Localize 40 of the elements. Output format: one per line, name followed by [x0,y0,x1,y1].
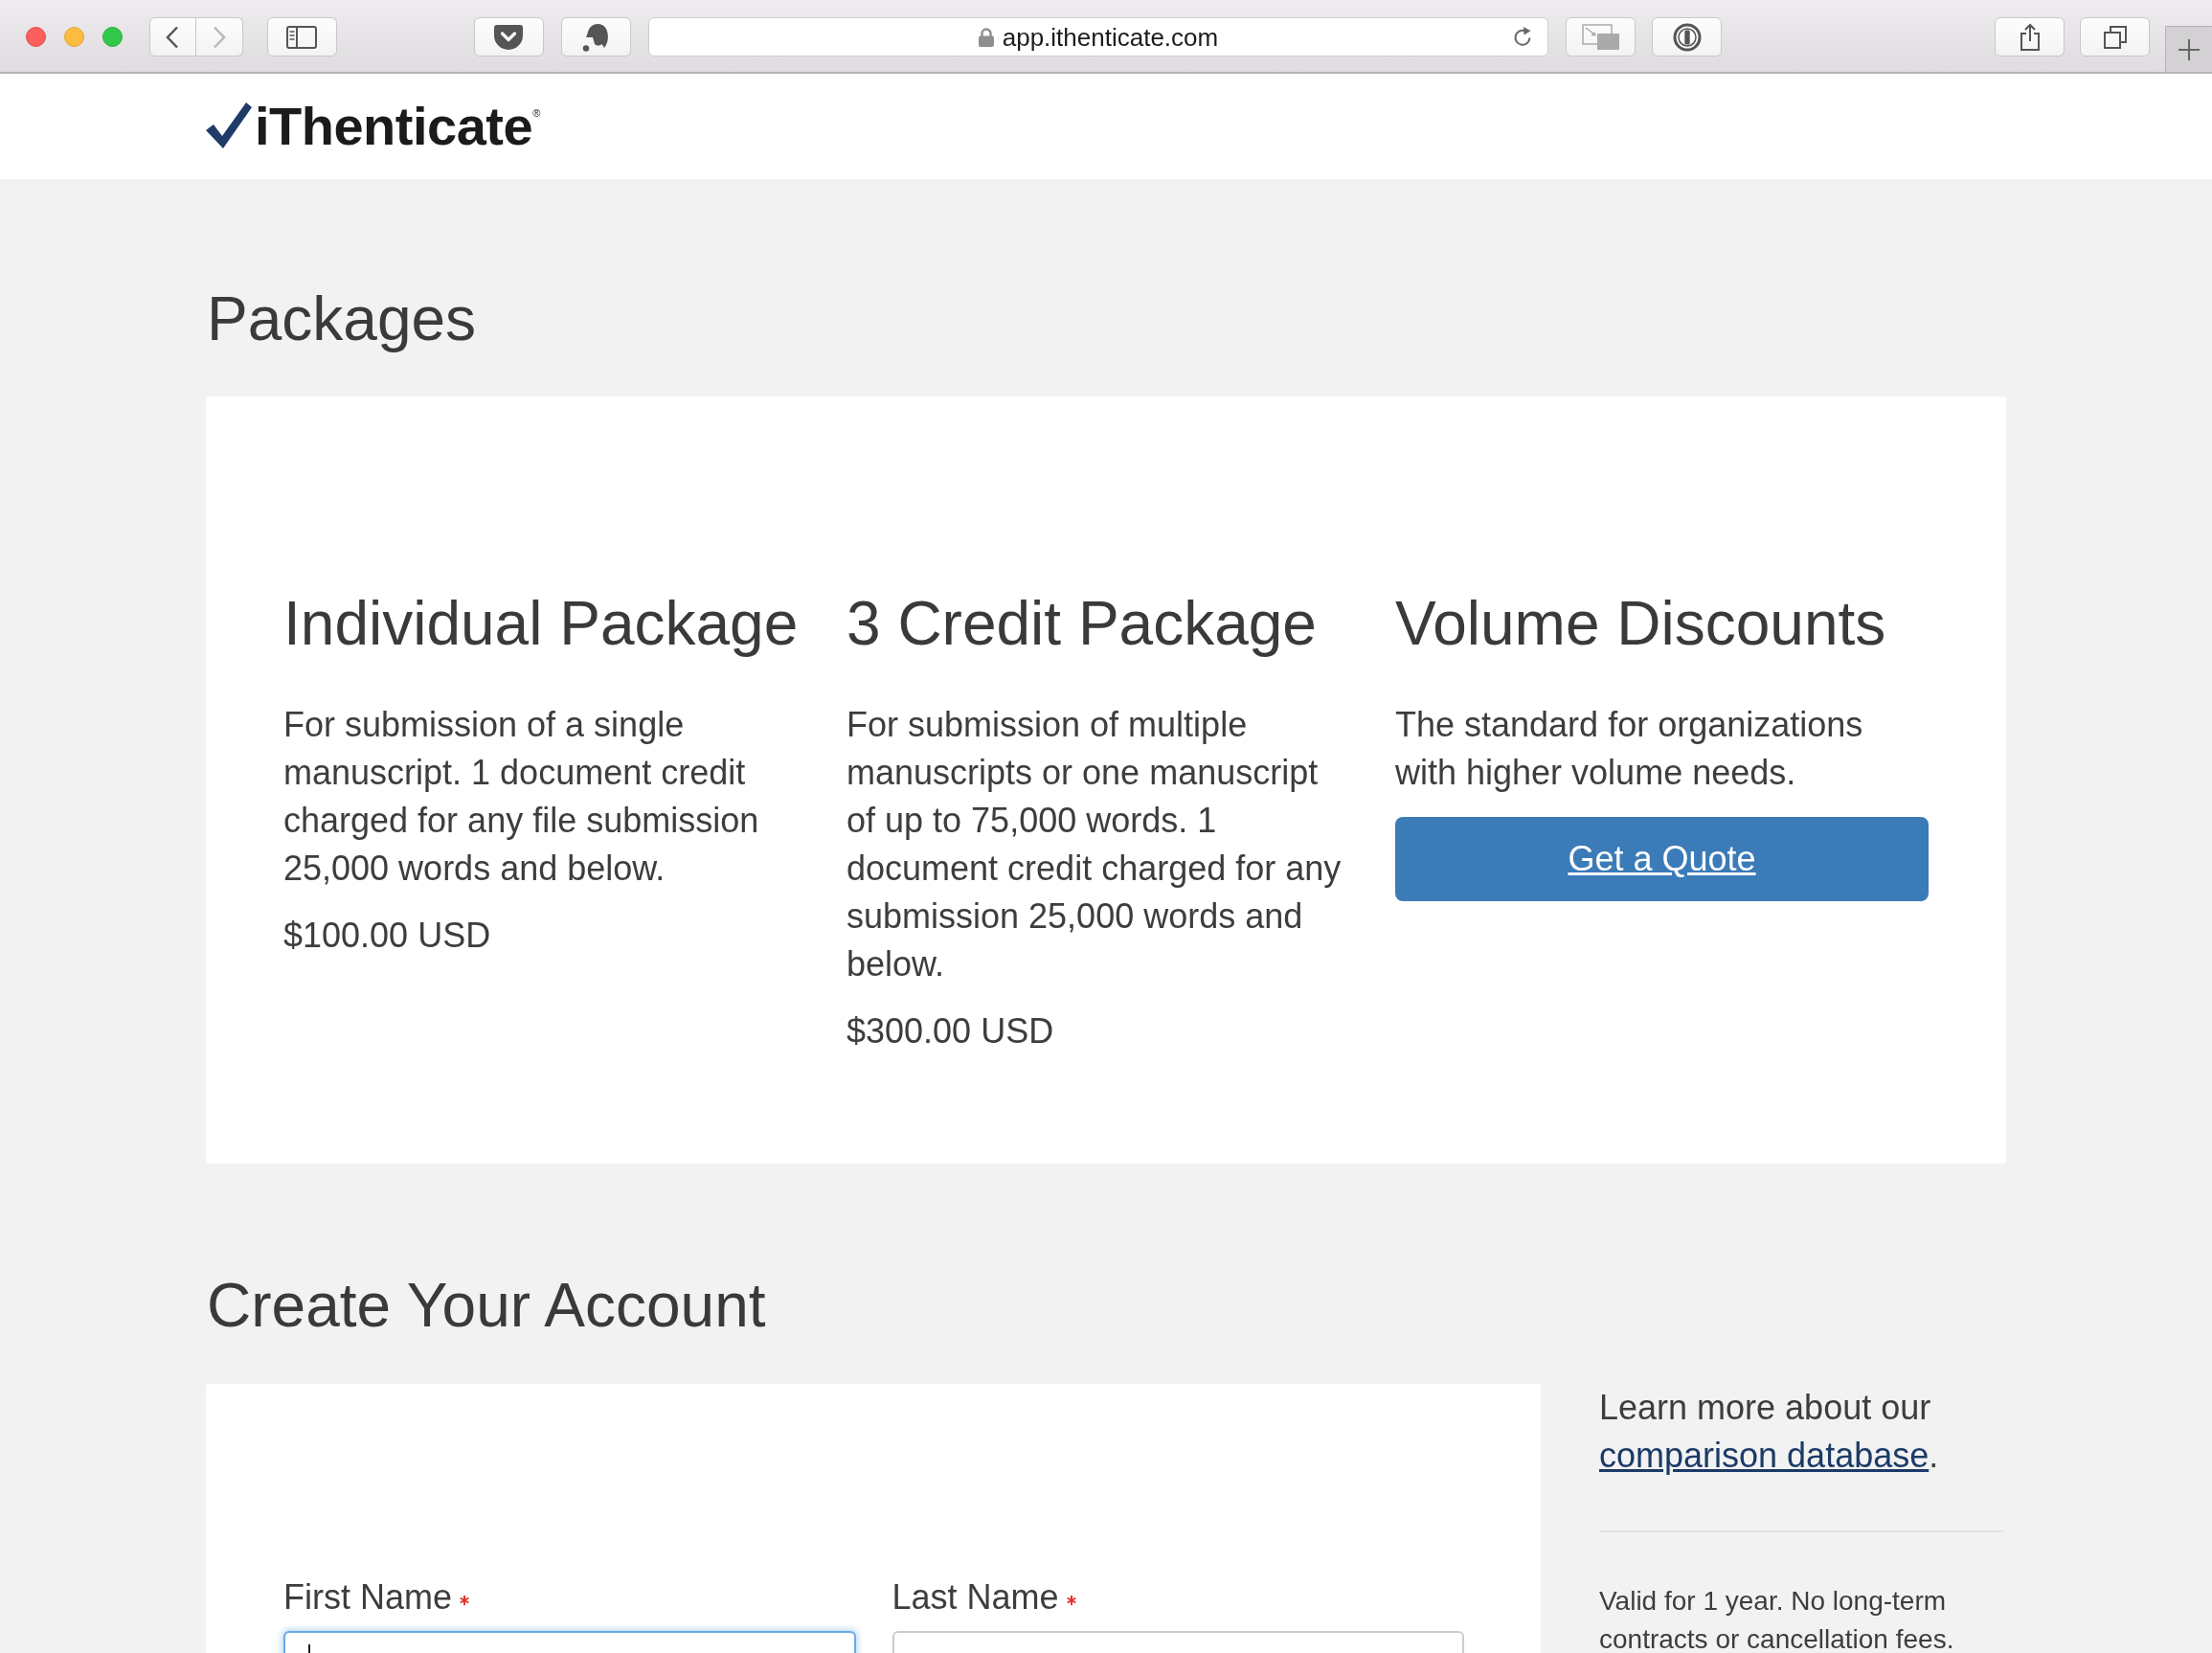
package-title: 3 Credit Package [846,588,1318,660]
sidebar-icon [286,25,318,49]
validity-note: Valid for 1 year. No long-term contracts or cancellation fees. [1599,1585,1955,1653]
comparison-database-link[interactable]: comparison database [1599,1436,1930,1475]
section-title: Create Your Account [207,1270,767,1342]
tabs-button[interactable] [2080,17,2150,57]
plus-icon [2178,38,2200,60]
password-manager-button[interactable] [1652,17,1723,57]
field-label: Last Name [892,1576,1059,1619]
share-icon [2019,22,2041,52]
package-title: Volume Discounts [1395,588,1887,660]
section-title: Packages [207,283,478,355]
checkmark-icon [206,102,252,150]
new-tab-button[interactable] [2165,26,2212,72]
field-label: First Name [283,1576,452,1619]
keyhole-icon [1672,22,1702,52]
package-title: Individual Package [283,588,800,660]
address-bar[interactable]: app.ithenticate.com [647,17,1549,57]
package-price: $100.00 USD [283,915,492,957]
package-description: The standard for organizations with higher volume needs. [1395,704,1864,794]
quote-button[interactable]: Get a Quote [1395,817,1929,901]
picture-in-picture-icon [1581,23,1620,51]
lock-icon [978,27,994,47]
close-button[interactable] [26,27,46,47]
pocket-button[interactable] [473,17,544,57]
package-price: $300.00 USD [846,1010,1055,1053]
evernote-button[interactable] [560,17,631,57]
package-description: For submission of a single manuscript. 1 document credit charged for any file submission 25,000 words and below. [283,704,760,890]
package-description: For submission of multiple manuscripts or one manuscript of up to 75,000 words. 1 document credit charged for any submission 25,000 words and below. [846,704,1343,985]
share-button[interactable] [1995,17,2065,57]
back-button[interactable] [148,17,196,57]
chevron-left-icon [166,25,180,49]
info-text: Learn more about our comparison database. [1599,1387,1940,1477]
sidebar-button[interactable] [266,17,337,57]
logo-text[interactable]: iThenticate$^{®}$ [255,96,540,157]
chevron-right-icon [212,25,226,49]
url-text: app.ithenticate.com [1002,22,1219,52]
pocket-icon [494,24,524,50]
tabs-icon [2102,24,2128,50]
elephant-icon [582,22,610,52]
